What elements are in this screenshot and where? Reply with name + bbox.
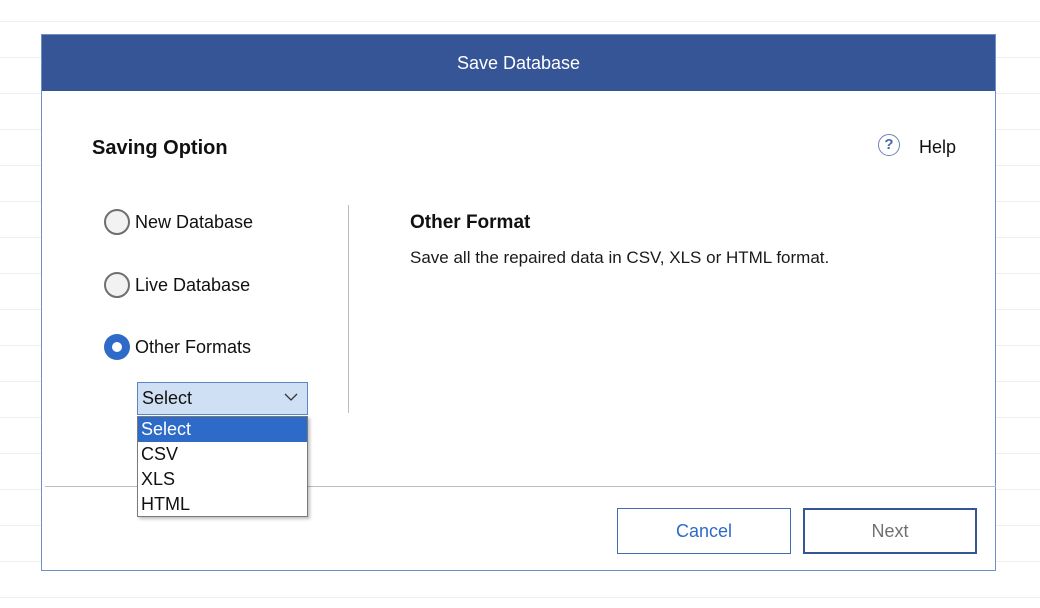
- dropdown-option-xls[interactable]: XLS: [138, 467, 307, 492]
- next-button[interactable]: Next: [803, 508, 977, 554]
- radio-label-live-database[interactable]: Live Database: [135, 275, 250, 296]
- radio-button-unchecked[interactable]: [104, 272, 130, 298]
- radio-label-new-database[interactable]: New Database: [135, 212, 253, 233]
- dropdown-option-csv[interactable]: CSV: [138, 442, 307, 467]
- description-text: Save all the repaired data in CSV, XLS o…: [410, 248, 830, 267]
- chevron-down-icon: [284, 393, 298, 401]
- cancel-button[interactable]: Cancel: [617, 508, 791, 554]
- help-icon[interactable]: ?: [878, 133, 900, 156]
- radio-other-formats[interactable]: Other Formats: [104, 334, 251, 360]
- help-label[interactable]: Help: [919, 137, 956, 158]
- format-dropdown-list: Select CSV XLS HTML: [137, 416, 308, 517]
- dropdown-option-select[interactable]: Select: [138, 417, 307, 442]
- help-link[interactable]: ? Help: [878, 131, 956, 158]
- radio-button-unchecked[interactable]: [104, 209, 130, 235]
- dialog-titlebar: Save Database: [42, 35, 995, 91]
- save-database-dialog: Save Database Saving Option ? Help New D…: [41, 34, 996, 571]
- vertical-divider: [348, 205, 349, 413]
- radio-label-other-formats[interactable]: Other Formats: [135, 337, 251, 358]
- saving-option-heading: Saving Option: [92, 137, 228, 159]
- dialog-title: Save Database: [456, 52, 581, 73]
- format-select[interactable]: Select: [137, 382, 308, 415]
- radio-new-database[interactable]: New Database: [104, 209, 253, 235]
- description-title: Other Format: [410, 212, 531, 233]
- radio-button-checked[interactable]: [104, 334, 130, 360]
- radio-live-database[interactable]: Live Database: [104, 272, 250, 298]
- format-select-value: Select: [142, 388, 193, 408]
- dropdown-option-html[interactable]: HTML: [138, 492, 307, 517]
